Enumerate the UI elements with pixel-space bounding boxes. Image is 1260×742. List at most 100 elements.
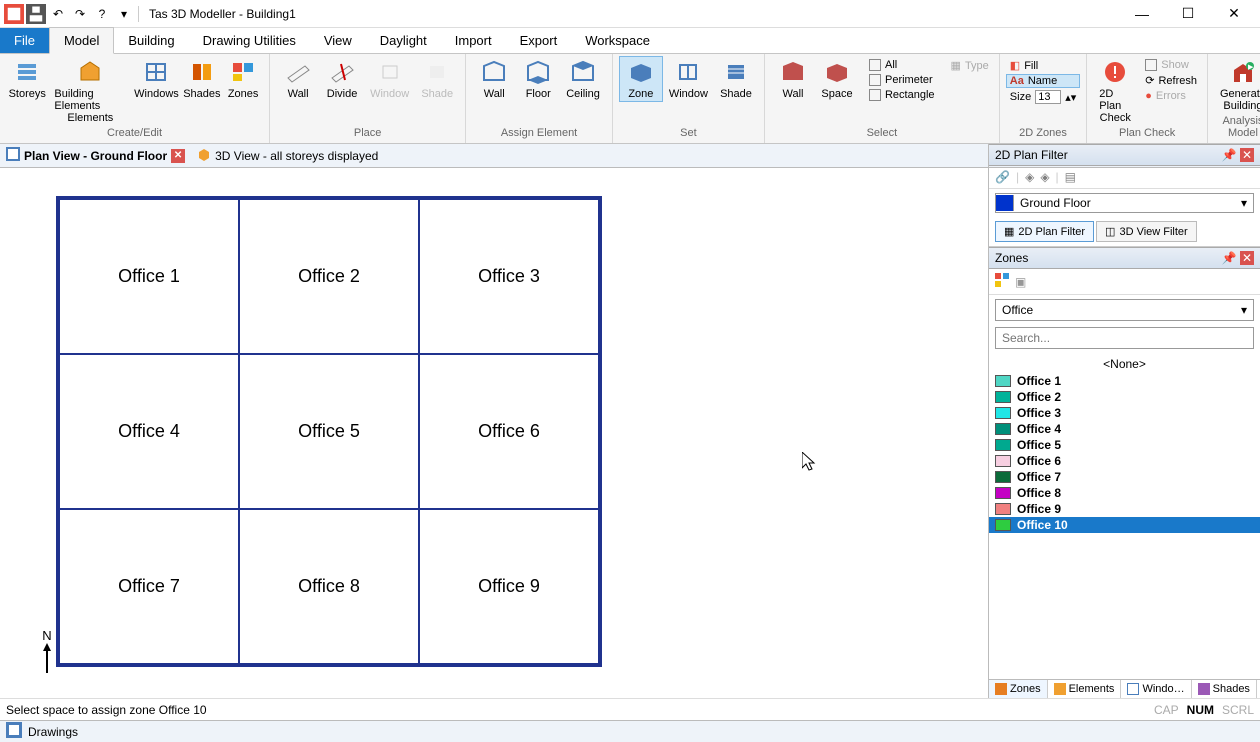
zone-cell[interactable]: Office 5 [239, 354, 419, 509]
help-icon[interactable]: ? [92, 4, 112, 24]
generate-building-button[interactable]: ▶GenerateBuilding [1214, 56, 1260, 114]
viewtab-plan[interactable]: Plan View - Ground Floor ✕ [0, 145, 191, 166]
storeys-button[interactable]: Storeys [6, 56, 48, 102]
sbt-elements[interactable]: Elements [1048, 680, 1122, 698]
tab-file[interactable]: File [0, 28, 49, 53]
maximize-button[interactable]: ☐ [1174, 4, 1202, 24]
tool-icon[interactable]: ◈ [1040, 170, 1049, 184]
app-title: Tas 3D Modeller - Building1 [149, 7, 1128, 21]
drawings-icon[interactable] [6, 722, 22, 741]
zone-none-item[interactable]: <None> [989, 355, 1260, 373]
footer-label[interactable]: Drawings [28, 725, 78, 739]
zone-type-selector[interactable]: ▾ [995, 299, 1254, 321]
tab-view[interactable]: View [310, 28, 366, 53]
close-panel-icon[interactable]: ✕ [1240, 148, 1254, 162]
app-icon[interactable] [4, 4, 24, 24]
chevron-down-icon[interactable]: ▾ [1235, 303, 1253, 317]
sbt-shades[interactable]: Shades [1192, 680, 1257, 698]
set-shade-button[interactable]: Shade [714, 56, 758, 102]
set-zone-button[interactable]: Zone [619, 56, 663, 102]
zone-cell[interactable]: Office 1 [59, 199, 239, 354]
qat-dropdown-icon[interactable]: ▾ [114, 4, 134, 24]
tab-2d-plan-filter[interactable]: ▦2D Plan Filter [995, 221, 1094, 242]
tab-import[interactable]: Import [441, 28, 506, 53]
select-space-button[interactable]: Space [815, 56, 859, 102]
select-all-check[interactable]: All [865, 58, 939, 72]
place-divide-button[interactable]: Divide [320, 56, 364, 102]
floor-plan-grid: Office 1 Office 2 Office 3 Office 4 Offi… [56, 196, 602, 667]
zone-list-item[interactable]: Office 1 [989, 373, 1260, 389]
fill-toggle[interactable]: ◧Fill [1006, 58, 1080, 73]
select-rectangle-check[interactable]: Rectangle [865, 88, 939, 102]
zone-list-item[interactable]: Office 3 [989, 405, 1260, 421]
tab-model[interactable]: Model [49, 27, 114, 54]
tab-building[interactable]: Building [114, 28, 188, 53]
minimize-button[interactable]: — [1128, 4, 1156, 24]
zone-size-field[interactable]: Size▴▾ [1006, 89, 1080, 105]
pin-icon[interactable]: 📌 [1222, 148, 1236, 162]
tab-3d-view-filter[interactable]: ◫3D View Filter [1096, 221, 1197, 242]
shades-button[interactable]: Shades [181, 56, 223, 102]
zone-list-item[interactable]: Office 2 [989, 389, 1260, 405]
zone-cell[interactable]: Office 8 [239, 509, 419, 664]
stepper-icon[interactable]: ▴▾ [1065, 91, 1076, 104]
select-wall-button[interactable]: Wall [771, 56, 815, 102]
tab-export[interactable]: Export [506, 28, 572, 53]
search-input[interactable] [996, 328, 1253, 348]
viewtab-3d[interactable]: 3D View - all storeys displayed [191, 145, 384, 166]
zone-cell[interactable]: Office 6 [419, 354, 599, 509]
place-wall-button[interactable]: Wall [276, 56, 320, 102]
zone-list-item[interactable]: Office 6 [989, 453, 1260, 469]
link-icon[interactable]: 🔗 [995, 170, 1010, 184]
set-window-button[interactable]: Window [663, 56, 714, 102]
close-tab-icon[interactable]: ✕ [171, 149, 185, 163]
zone-search[interactable] [995, 327, 1254, 349]
zone-list-item[interactable]: Office 7 [989, 469, 1260, 485]
refresh-button[interactable]: ⟳Refresh [1141, 73, 1201, 88]
floor-select-input[interactable] [1014, 194, 1235, 212]
save-icon[interactable] [26, 4, 46, 24]
close-panel-icon[interactable]: ✕ [1240, 251, 1254, 265]
zone-cell[interactable]: Office 7 [59, 509, 239, 664]
zone-list-item[interactable]: Office 8 [989, 485, 1260, 501]
windows-button[interactable]: Windows [132, 56, 180, 102]
zone-list-item[interactable]: Office 4 [989, 421, 1260, 437]
plan-view-canvas[interactable]: Office 1 Office 2 Office 3 Office 4 Offi… [0, 168, 988, 698]
tab-daylight[interactable]: Daylight [366, 28, 441, 53]
assign-wall-button[interactable]: Wall [472, 56, 516, 102]
building-elements-button[interactable]: Building ElementsElements [48, 56, 132, 126]
zone-cell[interactable]: Office 3 [419, 199, 599, 354]
zone-list-item[interactable]: Office 10 [989, 517, 1260, 533]
tab-drawing-utilities[interactable]: Drawing Utilities [189, 28, 310, 53]
zone-cell[interactable]: Office 2 [239, 199, 419, 354]
chevron-down-icon[interactable]: ▾ [1235, 196, 1253, 210]
plan-check-button[interactable]: 2D PlanCheck [1093, 56, 1137, 126]
zone-size-input[interactable] [1035, 90, 1061, 104]
select-perimeter-check[interactable]: Perimeter [865, 73, 939, 87]
redo-icon[interactable]: ↷ [70, 4, 90, 24]
zone-type-input[interactable] [996, 300, 1235, 320]
zones-tool-icon[interactable]: ▣ [1015, 275, 1026, 289]
zones-header: Zones 📌✕ [989, 247, 1260, 269]
zone-list-item[interactable]: Office 5 [989, 437, 1260, 453]
zone-list-item[interactable]: Office 9 [989, 501, 1260, 517]
sbt-zones[interactable]: Zones [989, 680, 1048, 698]
pin-icon[interactable]: 📌 [1222, 251, 1236, 265]
floor-selector[interactable]: ▾ [995, 193, 1254, 213]
zone-color-swatch [995, 423, 1011, 435]
sbt-windows[interactable]: Windo… [1121, 680, 1191, 698]
tool-icon[interactable]: ▤ [1065, 170, 1076, 184]
zone-cell[interactable]: Office 4 [59, 354, 239, 509]
assign-ceiling-button[interactable]: Ceiling [560, 56, 606, 102]
tool-icon[interactable]: ◈ [1025, 170, 1034, 184]
zone-color-swatch [995, 487, 1011, 499]
tab-workspace[interactable]: Workspace [571, 28, 664, 53]
undo-icon[interactable]: ↶ [48, 4, 68, 24]
zone-cell[interactable]: Office 9 [419, 509, 599, 664]
zone-label: Office 6 [1017, 454, 1061, 468]
close-button[interactable]: ✕ [1220, 4, 1248, 24]
assign-floor-button[interactable]: Floor [516, 56, 560, 102]
name-toggle[interactable]: AaName [1006, 74, 1080, 88]
zones-tool-icon[interactable] [995, 273, 1009, 290]
zones-button[interactable]: Zones [223, 56, 263, 102]
